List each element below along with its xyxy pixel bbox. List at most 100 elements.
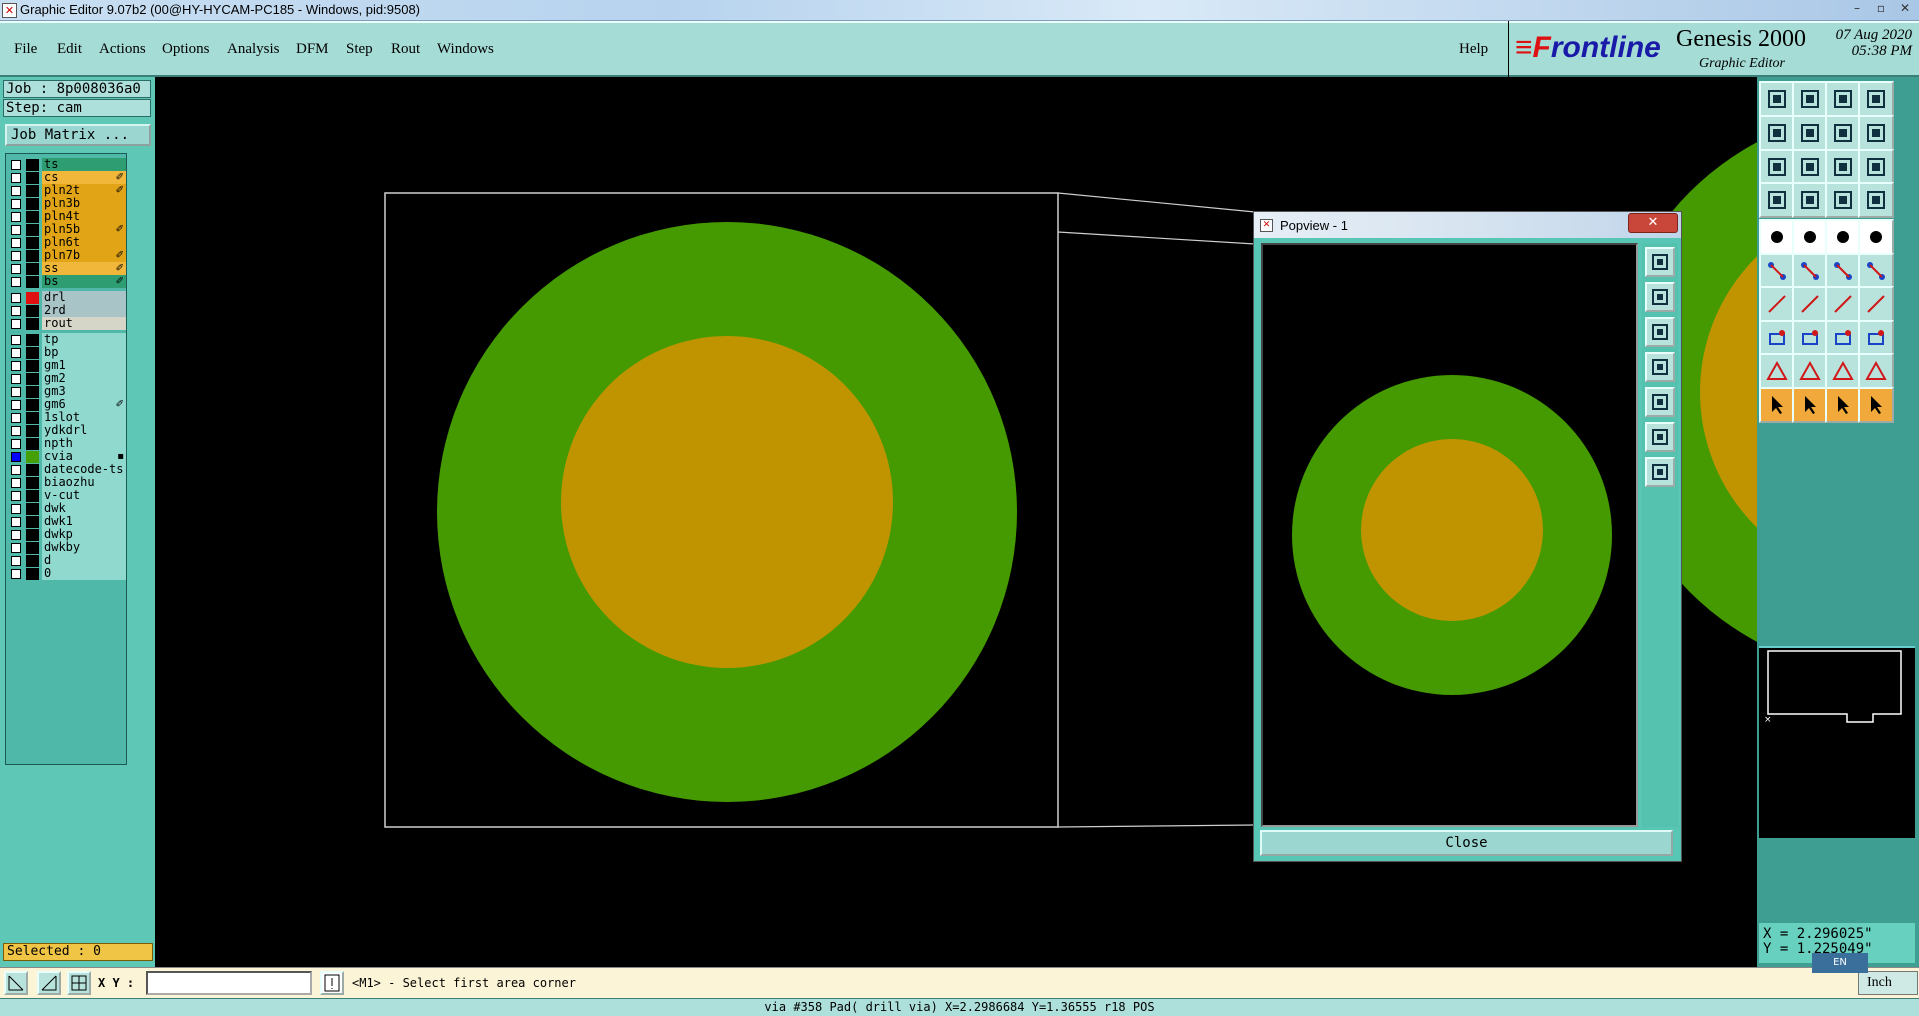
grid-toggle-icon[interactable] — [1792, 182, 1828, 218]
cut-line-icon[interactable] — [1792, 286, 1828, 322]
menu-dfm[interactable]: DFM — [296, 41, 329, 58]
pv-pan-left-icon[interactable] — [1645, 352, 1675, 382]
layer-color-swatch[interactable] — [26, 211, 39, 223]
menu-edit[interactable]: Edit — [57, 41, 82, 58]
menu-file[interactable]: File — [14, 41, 37, 58]
layer-checkbox[interactable] — [11, 335, 21, 345]
layer-name[interactable]: ss ✐ — [42, 262, 126, 275]
copy-icon[interactable] — [1858, 253, 1894, 289]
layer-color-swatch[interactable] — [26, 305, 39, 317]
popview-close-icon[interactable]: ✕ — [1628, 213, 1678, 233]
layer-row[interactable]: bp — [6, 346, 126, 360]
layer-color-swatch[interactable] — [26, 386, 39, 398]
redo-view-icon[interactable] — [1858, 115, 1894, 151]
pan-right-icon[interactable] — [1792, 115, 1828, 151]
layer-checkbox[interactable] — [11, 543, 21, 553]
layer-checkbox[interactable] — [11, 530, 21, 540]
measure-icon[interactable] — [37, 971, 61, 995]
layer-color-swatch[interactable] — [26, 360, 39, 372]
layer-color-swatch[interactable] — [26, 516, 39, 528]
layer-color-swatch[interactable] — [26, 373, 39, 385]
query-icon[interactable] — [1858, 149, 1894, 185]
layer-name[interactable]: dwk1 — [42, 515, 126, 528]
layer-color-swatch[interactable] — [26, 490, 39, 502]
split-icon[interactable] — [1858, 286, 1894, 322]
layer-name[interactable]: gm1 — [42, 359, 126, 372]
layer-name[interactable]: dwkp — [42, 528, 126, 541]
layer-color-swatch[interactable] — [26, 503, 39, 515]
layer-row[interactable]: 0 — [6, 567, 126, 581]
overview-map[interactable]: × — [1759, 646, 1915, 838]
layer-color-swatch[interactable] — [26, 412, 39, 424]
pointer-icon[interactable] — [1759, 387, 1795, 423]
layer-checkbox[interactable] — [11, 251, 21, 261]
layer-row[interactable]: bs ✐ — [6, 275, 126, 289]
layer-color-swatch[interactable] — [26, 185, 39, 197]
close-window-button[interactable]: ✕ — [1894, 1, 1916, 16]
layer-name[interactable]: npth — [42, 437, 126, 450]
layer-row[interactable]: gm2 — [6, 372, 126, 386]
layer-checkbox[interactable] — [11, 491, 21, 501]
menu-analysis[interactable]: Analysis — [227, 41, 280, 58]
layer-name[interactable]: gm2 — [42, 372, 126, 385]
layer-name[interactable]: pln6t — [42, 236, 126, 249]
ruler-icon[interactable] — [1825, 219, 1861, 255]
layer-name[interactable]: pln4t — [42, 210, 126, 223]
layer-checkbox[interactable] — [11, 293, 21, 303]
layer-color-swatch[interactable] — [26, 263, 39, 275]
measure-icon[interactable] — [1759, 182, 1795, 218]
layer-checkbox[interactable] — [11, 452, 21, 462]
menu-windows[interactable]: Windows — [437, 41, 494, 58]
layer-row[interactable]: pln5b ✐ — [6, 223, 126, 237]
layer-checkbox[interactable] — [11, 264, 21, 274]
popview-window[interactable]: ✕ Popview - 1 ✕ Close — [1253, 211, 1682, 862]
layer-row[interactable]: dwk — [6, 502, 126, 516]
layer-color-swatch[interactable] — [26, 529, 39, 541]
minimize-button[interactable]: – — [1846, 1, 1868, 16]
layer-color-swatch[interactable] — [26, 555, 39, 567]
layer-row[interactable]: 1slot — [6, 411, 126, 425]
polygon-icon[interactable] — [1792, 353, 1828, 389]
layer-checkbox[interactable] — [11, 160, 21, 170]
popview-canvas[interactable] — [1261, 243, 1638, 827]
layer-name[interactable]: gm6 ✐ — [42, 398, 126, 411]
layer-checkbox[interactable] — [11, 238, 21, 248]
zoom-home-icon[interactable] — [1759, 81, 1795, 117]
layer-row[interactable]: ydkdrl — [6, 424, 126, 438]
circle-add-icon[interactable] — [1858, 219, 1894, 255]
layer-name[interactable]: pln5b ✐ — [42, 223, 126, 236]
home-icon[interactable] — [1825, 81, 1861, 117]
select-feature-icon[interactable] — [1858, 320, 1894, 356]
layer-row[interactable]: ss ✐ — [6, 262, 126, 276]
layer-checkbox[interactable] — [11, 361, 21, 371]
layer-name[interactable]: biaozhu — [42, 476, 126, 489]
pv-pan-right-icon[interactable] — [1645, 387, 1675, 417]
xy-input[interactable] — [146, 971, 312, 995]
select-surface-icon[interactable] — [1825, 320, 1861, 356]
layer-checkbox[interactable] — [11, 478, 21, 488]
pan-left-icon[interactable] — [1759, 115, 1795, 151]
layer-row[interactable]: tp — [6, 333, 126, 347]
pv-pan-down-icon[interactable] — [1645, 317, 1675, 347]
layer-name[interactable]: 0 — [42, 567, 126, 580]
layer-color-swatch[interactable] — [26, 568, 39, 580]
fit-profile-icon[interactable] — [1792, 149, 1828, 185]
layer-name[interactable]: cs ✐ — [42, 171, 126, 184]
layer-color-swatch[interactable] — [26, 276, 39, 288]
layer-checkbox[interactable] — [11, 374, 21, 384]
layer-name[interactable]: tp — [42, 333, 126, 346]
menu-options[interactable]: Options — [162, 41, 210, 58]
layer-row[interactable]: cs ✐ — [6, 171, 126, 185]
layer-row[interactable]: npth — [6, 437, 126, 451]
net-icon[interactable] — [1759, 253, 1795, 289]
layer-checkbox[interactable] — [11, 426, 21, 436]
layer-name[interactable]: pln2t ✐ — [42, 184, 126, 197]
pv-zoom-icon[interactable] — [1645, 247, 1675, 277]
layer-row[interactable]: biaozhu — [6, 476, 126, 490]
zoom-page-icon[interactable] — [1792, 81, 1828, 117]
layer-row[interactable]: pln6t — [6, 236, 126, 250]
pad-add-icon[interactable] — [1759, 219, 1795, 255]
layer-row[interactable]: pln3b — [6, 197, 126, 211]
menu-actions[interactable]: Actions — [99, 41, 146, 58]
layer-name[interactable]: bp — [42, 346, 126, 359]
